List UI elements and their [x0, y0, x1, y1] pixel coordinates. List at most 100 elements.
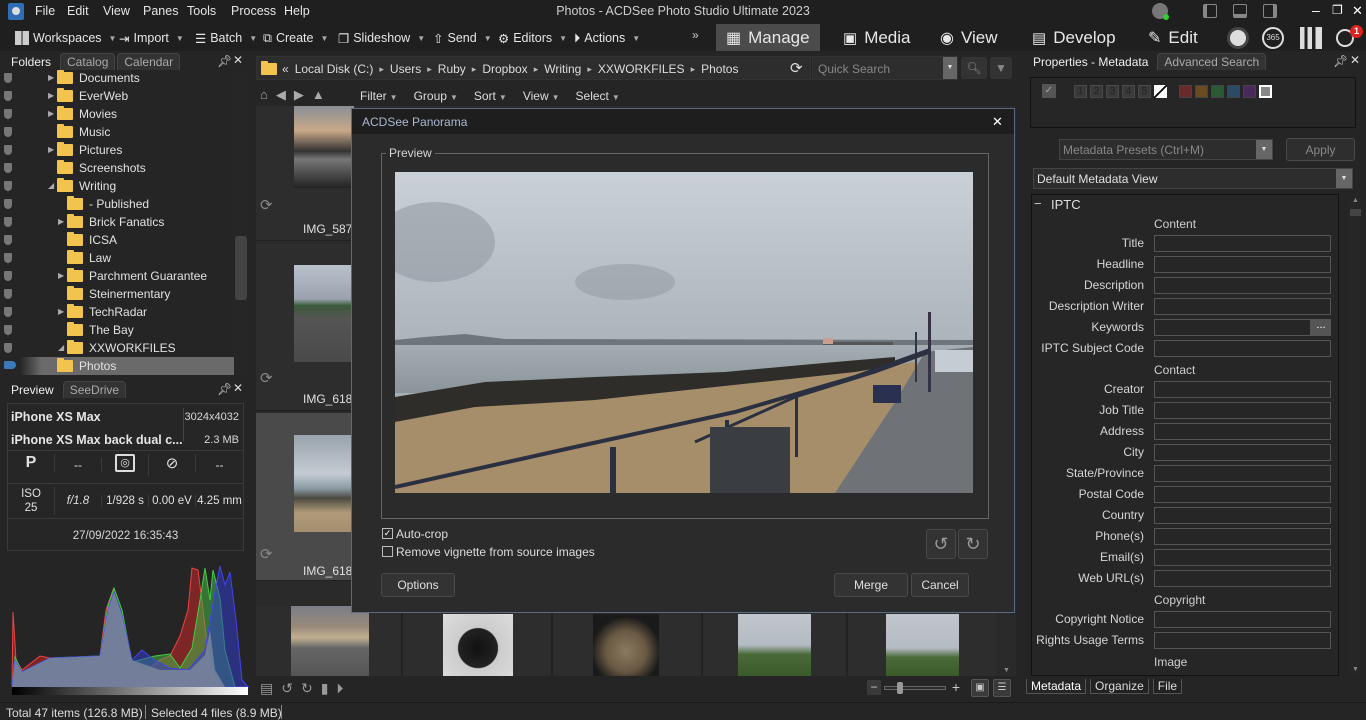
import-button[interactable]: ⇥ Import ▼: [119, 28, 184, 48]
filterbar-select-menu[interactable]: Select ▼: [576, 89, 620, 103]
thumbnail-cat[interactable]: [593, 614, 659, 676]
tab-advanced-search[interactable]: Advanced Search: [1157, 53, 1267, 70]
workspaces-button[interactable]: Workspaces ▼: [15, 28, 116, 48]
pin-icon[interactable]: 📌︎: [217, 54, 232, 68]
batch-button[interactable]: ☰ Batch ▼: [195, 28, 257, 48]
quick-search-input[interactable]: Quick Search ▼: [812, 56, 958, 80]
clear-rating-button[interactable]: [1154, 85, 1167, 98]
menu-view[interactable]: View: [103, 4, 130, 18]
apply-button[interactable]: Apply: [1286, 138, 1355, 161]
refresh-icon[interactable]: ⟳: [790, 59, 803, 77]
zoom-out-button[interactable]: −: [867, 680, 881, 695]
breadcrumb-item[interactable]: Local Disk (C:): [295, 62, 374, 76]
file-item[interactable]: ⟳ IMG_6183: [256, 243, 359, 411]
metadata-copyright-notice-field[interactable]: [1154, 611, 1331, 628]
color-label-button[interactable]: [1211, 85, 1224, 98]
mode-view[interactable]: ◉ View: [930, 24, 1008, 51]
metadata-headline-field[interactable]: [1154, 256, 1331, 273]
thumbnail-dog[interactable]: [443, 614, 513, 676]
breadcrumb-overflow[interactable]: «: [282, 62, 289, 76]
metadata-city-field[interactable]: [1154, 444, 1331, 461]
collapse-arrow-icon[interactable]: ▶: [48, 109, 54, 118]
close-button[interactable]: ✕: [1352, 3, 1363, 19]
metadata-view-dropdown[interactable]: Default Metadata View ▼: [1033, 168, 1353, 189]
metadata-description-field[interactable]: [1154, 277, 1331, 294]
metadata-postal-code-field[interactable]: [1154, 486, 1331, 503]
metadata-creator-field[interactable]: [1154, 381, 1331, 398]
tab-metadata[interactable]: Metadata: [1026, 679, 1087, 694]
folder-item[interactable]: Steinermentary: [0, 285, 232, 303]
breadcrumb-item[interactable]: Photos: [701, 62, 738, 76]
tag-checkbox[interactable]: ✓: [1042, 84, 1056, 98]
close-panel-icon[interactable]: ✕: [233, 53, 243, 67]
filterbar-filter-menu[interactable]: Filter ▼: [360, 89, 398, 103]
editors-button[interactable]: ⚙ Editors ▼: [498, 28, 567, 48]
breadcrumb-item[interactable]: Writing: [544, 62, 581, 76]
merge-button[interactable]: Merge: [834, 573, 908, 597]
breadcrumb-item[interactable]: Users: [390, 62, 421, 76]
folder-item[interactable]: ▶ EverWeb: [0, 87, 232, 105]
tab-file[interactable]: File: [1152, 679, 1183, 694]
menu-edit[interactable]: Edit: [67, 4, 89, 18]
layout-left-panel-icon[interactable]: [1203, 4, 1217, 18]
rating-3-button[interactable]: 3: [1106, 85, 1119, 98]
color-label-button[interactable]: [1179, 85, 1192, 98]
collapse-arrow-icon[interactable]: ▶: [48, 73, 54, 82]
mode-media[interactable]: ▣ Media: [833, 24, 921, 51]
breadcrumb-separator-icon[interactable]: ▸: [587, 62, 592, 76]
collapse-arrow-icon[interactable]: ▶: [58, 271, 64, 280]
layout-right-panel-icon[interactable]: [1263, 4, 1277, 18]
metadata-iptc-subject-code-field[interactable]: [1154, 340, 1331, 357]
rating-1-button[interactable]: 1: [1074, 85, 1087, 98]
rotate-right-icon[interactable]: ↻: [301, 680, 313, 697]
menu-process[interactable]: Process: [231, 4, 276, 18]
zoom-in-button[interactable]: +: [949, 680, 963, 695]
actions-button[interactable]: ⏵ Actions ▼: [574, 28, 640, 48]
color-label-button[interactable]: [1259, 85, 1272, 98]
search-options-button[interactable]: 🔍︎: [961, 57, 987, 79]
back-icon[interactable]: ◀: [276, 87, 286, 103]
tab-folders[interactable]: Folders: [4, 53, 59, 70]
folder-item[interactable]: Law: [0, 249, 232, 267]
thumbnail-person-road[interactable]: [291, 606, 369, 676]
collapse-arrow-icon[interactable]: ▶: [48, 145, 54, 154]
search-history-dropdown[interactable]: ▼: [943, 57, 957, 79]
menu-tools[interactable]: Tools: [187, 4, 216, 18]
rating-4-button[interactable]: 4: [1122, 85, 1135, 98]
slideshow-button[interactable]: ❐ Slideshow ▼: [338, 28, 425, 48]
mode-manage[interactable]: ▦ Manage: [716, 24, 820, 51]
metadata-scrollbar[interactable]: ▲ ▼: [1349, 194, 1362, 676]
365-icon[interactable]: 365: [1262, 27, 1284, 49]
breadcrumb-separator-icon[interactable]: ▸: [379, 62, 384, 76]
collapse-section-icon[interactable]: −: [1034, 196, 1042, 211]
forward-icon[interactable]: ▶: [294, 87, 304, 103]
color-label-button[interactable]: [1227, 85, 1240, 98]
collapse-arrow-icon[interactable]: ▶: [58, 217, 64, 226]
tab-organize[interactable]: Organize: [1090, 679, 1149, 694]
send-button[interactable]: ⇧ Send ▼: [433, 28, 492, 48]
thumbnail-view-button[interactable]: ▣: [971, 679, 989, 697]
rotate-right-button[interactable]: ↻: [958, 529, 988, 559]
collapse-arrow-icon[interactable]: ▶: [48, 91, 54, 100]
restore-button[interactable]: ❐: [1332, 3, 1343, 17]
metadata-web-url-s-field[interactable]: [1154, 570, 1331, 587]
stack-icon[interactable]: ▮: [321, 680, 329, 697]
tab-preview[interactable]: Preview: [4, 381, 61, 398]
pin-icon[interactable]: 📌︎: [217, 382, 232, 396]
metadata-title-field[interactable]: [1154, 235, 1331, 252]
thumbnail-hillside-2[interactable]: [886, 614, 959, 676]
breadcrumb-separator-icon[interactable]: ▸: [472, 62, 477, 76]
details-view-button[interactable]: ☰: [993, 679, 1011, 697]
metadata-description-writer-field[interactable]: [1154, 298, 1331, 315]
minimize-button[interactable]: –: [1312, 2, 1320, 18]
mode-edit[interactable]: ✎ Edit: [1138, 24, 1208, 51]
close-panel-icon[interactable]: ✕: [1350, 53, 1360, 67]
metadata-country-field[interactable]: [1154, 507, 1331, 524]
options-button[interactable]: Options: [381, 573, 455, 597]
menu-help[interactable]: Help: [284, 4, 310, 18]
tab-properties-metadata[interactable]: Properties - Metadata: [1026, 53, 1156, 70]
breadcrumb-item[interactable]: Dropbox: [482, 62, 527, 76]
metadata-presets-dropdown[interactable]: Metadata Presets (Ctrl+M) ▼: [1059, 139, 1273, 160]
folder-item-selected[interactable]: Photos: [4, 357, 234, 375]
home-icon[interactable]: ⌂: [260, 87, 268, 103]
